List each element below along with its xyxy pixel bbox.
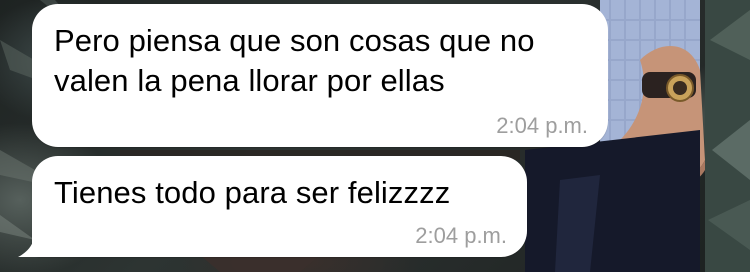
message-text: Tienes todo para ser felizzzz <box>54 175 451 210</box>
message-text: Pero piensa que son cosas que no valen l… <box>54 23 535 98</box>
incoming-message-bubble[interactable]: Tienes todo para ser felizzzz 2:04 p.m. <box>32 156 527 257</box>
message-timestamp: 2:04 p.m. <box>496 113 588 138</box>
message-timestamp: 2:04 p.m. <box>415 223 507 248</box>
bubble-tail-icon <box>18 225 52 257</box>
incoming-message-bubble[interactable]: Pero piensa que son cosas que no valen l… <box>32 4 608 147</box>
